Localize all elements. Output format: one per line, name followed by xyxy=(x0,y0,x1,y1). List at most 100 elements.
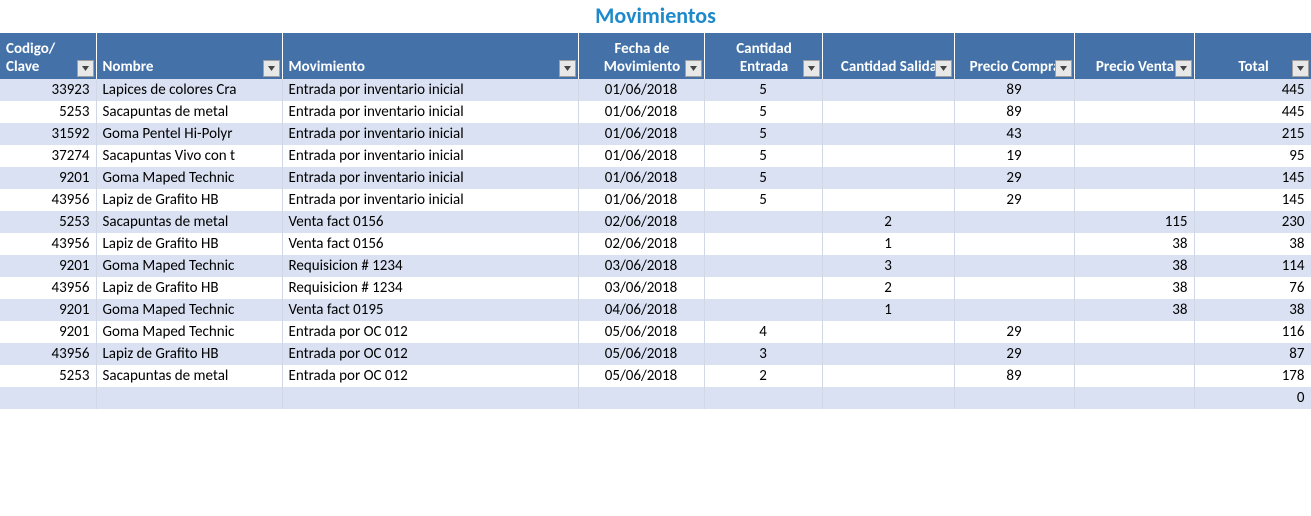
cell-cant-entrada[interactable] xyxy=(704,299,822,321)
cell-codigo[interactable]: 9201 xyxy=(0,167,96,189)
filter-dropdown-icon[interactable] xyxy=(559,60,576,77)
cell-movimiento[interactable]: Entrada por OC 012 xyxy=(282,321,578,343)
cell-fecha[interactable]: 01/06/2018 xyxy=(578,79,704,101)
cell-precio-compra[interactable]: 29 xyxy=(954,167,1074,189)
cell-codigo[interactable]: 43956 xyxy=(0,343,96,365)
filter-dropdown-icon[interactable] xyxy=(77,60,94,77)
table-row[interactable]: 5253Sacapuntas de metalEntrada por inven… xyxy=(0,101,1311,123)
cell-precio-compra[interactable]: 29 xyxy=(954,189,1074,211)
cell-total[interactable]: 87 xyxy=(1194,343,1311,365)
cell-cant-entrada[interactable] xyxy=(704,255,822,277)
cell-fecha[interactable]: 05/06/2018 xyxy=(578,343,704,365)
filter-dropdown-icon[interactable] xyxy=(935,60,952,77)
cell-fecha[interactable]: 03/06/2018 xyxy=(578,277,704,299)
table-row[interactable]: 9201Goma Maped TechnicVenta fact 019504/… xyxy=(0,299,1311,321)
col-header-nombre[interactable]: Nombre xyxy=(96,33,282,79)
cell-nombre[interactable]: Sacapuntas Vivo con t xyxy=(96,145,282,167)
cell-codigo[interactable]: 33923 xyxy=(0,79,96,101)
col-header-fecha[interactable]: Fecha de Movimiento xyxy=(578,33,704,79)
cell-total[interactable]: 230 xyxy=(1194,211,1311,233)
cell-codigo[interactable]: 37274 xyxy=(0,145,96,167)
cell-precio-venta[interactable] xyxy=(1074,123,1194,145)
cell-movimiento[interactable]: Entrada por inventario inicial xyxy=(282,123,578,145)
cell-codigo[interactable]: 5253 xyxy=(0,365,96,387)
cell-nombre[interactable]: Lapices de colores Cra xyxy=(96,79,282,101)
table-row[interactable]: 5253Sacapuntas de metalVenta fact 015602… xyxy=(0,211,1311,233)
cell-nombre[interactable]: Lapiz de Grafito HB xyxy=(96,277,282,299)
cell-nombre[interactable]: Lapiz de Grafito HB xyxy=(96,189,282,211)
cell-total[interactable]: 145 xyxy=(1194,167,1311,189)
table-row[interactable]: 37274Sacapuntas Vivo con tEntrada por in… xyxy=(0,145,1311,167)
cell-precio-venta[interactable] xyxy=(1074,145,1194,167)
cell-movimiento[interactable]: Entrada por inventario inicial xyxy=(282,79,578,101)
cell-precio-venta[interactable] xyxy=(1074,321,1194,343)
cell-cant-entrada[interactable] xyxy=(704,277,822,299)
cell-precio-compra[interactable]: 29 xyxy=(954,321,1074,343)
cell-cant-salida[interactable] xyxy=(822,343,954,365)
cell-movimiento[interactable]: Entrada por inventario inicial xyxy=(282,167,578,189)
cell-codigo[interactable]: 43956 xyxy=(0,277,96,299)
cell-fecha[interactable]: 02/06/2018 xyxy=(578,211,704,233)
cell-precio-compra[interactable] xyxy=(954,277,1074,299)
cell-precio-venta[interactable] xyxy=(1074,101,1194,123)
cell-cant-salida[interactable] xyxy=(822,189,954,211)
cell-total[interactable]: 38 xyxy=(1194,233,1311,255)
cell-precio-venta[interactable]: 38 xyxy=(1074,255,1194,277)
cell-fecha[interactable]: 01/06/2018 xyxy=(578,101,704,123)
cell-codigo[interactable]: 9201 xyxy=(0,255,96,277)
cell-total[interactable]: 38 xyxy=(1194,299,1311,321)
table-row[interactable]: 43956Lapiz de Grafito HBVenta fact 01560… xyxy=(0,233,1311,255)
table-row[interactable]: 31592Goma Pentel Hi-PolyrEntrada por inv… xyxy=(0,123,1311,145)
cell-total[interactable]: 145 xyxy=(1194,189,1311,211)
cell-cant-salida[interactable] xyxy=(822,145,954,167)
cell-nombre[interactable]: Sacapuntas de metal xyxy=(96,101,282,123)
cell-cant-salida[interactable]: 2 xyxy=(822,211,954,233)
cell-total[interactable]: 95 xyxy=(1194,145,1311,167)
filter-dropdown-icon[interactable] xyxy=(803,60,820,77)
cell-precio-compra[interactable]: 89 xyxy=(954,101,1074,123)
cell-total[interactable]: 215 xyxy=(1194,123,1311,145)
cell-total[interactable]: 116 xyxy=(1194,321,1311,343)
cell-cant-entrada[interactable]: 2 xyxy=(704,365,822,387)
cell-movimiento[interactable]: Entrada por OC 012 xyxy=(282,365,578,387)
table-row[interactable]: 5253Sacapuntas de metalEntrada por OC 01… xyxy=(0,365,1311,387)
cell-precio-venta[interactable] xyxy=(1074,365,1194,387)
cell-movimiento[interactable]: Requisicion # 1234 xyxy=(282,255,578,277)
cell-fecha[interactable]: 01/06/2018 xyxy=(578,167,704,189)
cell-movimiento[interactable]: Venta fact 0156 xyxy=(282,211,578,233)
cell-fecha[interactable]: 02/06/2018 xyxy=(578,233,704,255)
cell-nombre[interactable]: Sacapuntas de metal xyxy=(96,365,282,387)
cell-cant-entrada[interactable]: 5 xyxy=(704,145,822,167)
cell-codigo[interactable]: 43956 xyxy=(0,189,96,211)
cell-precio-compra[interactable] xyxy=(954,211,1074,233)
cell-codigo[interactable]: 9201 xyxy=(0,299,96,321)
cell-cant-entrada[interactable] xyxy=(704,211,822,233)
cell-cant-entrada[interactable] xyxy=(704,233,822,255)
cell-total[interactable]: 114 xyxy=(1194,255,1311,277)
cell-cant-salida[interactable] xyxy=(822,79,954,101)
cell-movimiento[interactable]: Entrada por inventario inicial xyxy=(282,145,578,167)
cell-nombre[interactable]: Goma Maped Technic xyxy=(96,255,282,277)
cell-nombre[interactable]: Sacapuntas de metal xyxy=(96,211,282,233)
table-row[interactable]: 43956Lapiz de Grafito HBRequisicion # 12… xyxy=(0,277,1311,299)
cell-precio-venta[interactable]: 115 xyxy=(1074,211,1194,233)
table-row[interactable]: 9201Goma Maped TechnicEntrada por OC 012… xyxy=(0,321,1311,343)
cell-total[interactable]: 445 xyxy=(1194,79,1311,101)
cell-nombre[interactable]: Goma Maped Technic xyxy=(96,299,282,321)
cell-precio-compra[interactable]: 19 xyxy=(954,145,1074,167)
cell-codigo[interactable]: 5253 xyxy=(0,101,96,123)
cell-precio-compra[interactable]: 43 xyxy=(954,123,1074,145)
cell-nombre[interactable]: Goma Maped Technic xyxy=(96,167,282,189)
cell-cant-entrada[interactable]: 5 xyxy=(704,101,822,123)
cell-nombre[interactable]: Goma Maped Technic xyxy=(96,321,282,343)
cell-precio-venta[interactable] xyxy=(1074,167,1194,189)
cell-precio-compra[interactable]: 89 xyxy=(954,79,1074,101)
cell-cant-salida[interactable] xyxy=(822,123,954,145)
table-row[interactable]: 43956Lapiz de Grafito HBEntrada por OC 0… xyxy=(0,343,1311,365)
cell-nombre[interactable]: Goma Pentel Hi-Polyr xyxy=(96,123,282,145)
cell-cant-salida[interactable] xyxy=(822,321,954,343)
cell-movimiento[interactable]: Entrada por inventario inicial xyxy=(282,101,578,123)
filter-dropdown-icon[interactable] xyxy=(1292,60,1309,77)
table-row[interactable]: 9201Goma Maped TechnicRequisicion # 1234… xyxy=(0,255,1311,277)
cell-cant-entrada[interactable]: 5 xyxy=(704,167,822,189)
